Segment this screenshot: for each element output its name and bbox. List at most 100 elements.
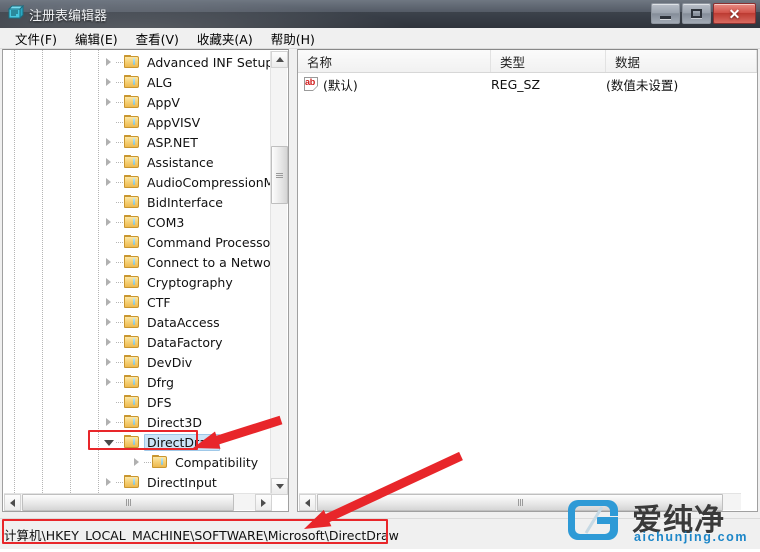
tree-node[interactable]: DirectInput — [3, 472, 272, 492]
column-data[interactable]: 数据 — [606, 50, 757, 72]
expand-triangle-icon[interactable] — [103, 376, 115, 388]
tree-node[interactable]: DataFactory — [3, 332, 272, 352]
tree-node[interactable]: CTF — [3, 292, 272, 312]
tree-connector-line — [116, 141, 124, 143]
tree-node-label: DataAccess — [147, 314, 220, 330]
tree-node[interactable]: DFS — [3, 392, 272, 412]
expand-triangle-icon[interactable] — [103, 416, 115, 428]
folder-icon — [124, 175, 140, 189]
column-name[interactable]: 名称 — [298, 50, 491, 72]
expand-triangle-icon[interactable] — [103, 336, 115, 348]
tree-node[interactable]: AudioCompressionManager — [3, 172, 272, 192]
folder-icon — [124, 95, 140, 109]
tree-connector-line — [116, 301, 124, 303]
registry-editor-window: 注册表编辑器 ✕ 文件(F)编辑(E)查看(V)收藏夹(A)帮助(H) — [0, 0, 760, 549]
window-controls: ✕ — [651, 3, 756, 24]
tree-node[interactable]: Cryptography — [3, 272, 272, 292]
tree-node[interactable]: ALG — [3, 72, 272, 92]
tree-node[interactable]: AppV — [3, 92, 272, 112]
tree-node[interactable]: Assistance — [3, 152, 272, 172]
folder-icon — [124, 155, 140, 169]
expand-triangle-icon[interactable] — [103, 76, 115, 88]
collapse-triangle-icon[interactable] — [103, 436, 115, 448]
folder-icon — [124, 435, 140, 449]
tree-vertical-scrollbar[interactable] — [270, 51, 288, 495]
title-bar[interactable]: 注册表编辑器 ✕ — [0, 0, 760, 28]
tree-node-label: DataFactory — [147, 334, 223, 350]
registry-tree-pane[interactable]: Advanced INF Setup ALG AppV AppVISV ASP.NET A… — [2, 49, 289, 512]
expand-triangle-icon[interactable] — [103, 96, 115, 108]
tree-scroll-down-button[interactable] — [271, 478, 288, 495]
tree-connector-line — [116, 401, 124, 403]
expand-triangle-icon[interactable] — [103, 476, 115, 488]
tree-node[interactable]: AppVISV — [3, 112, 272, 132]
tree-node-label: DirectInput — [147, 474, 217, 490]
folder-icon — [152, 455, 168, 469]
minimize-button[interactable] — [651, 3, 680, 24]
folder-icon — [124, 395, 140, 409]
tree-node[interactable]: Compatibility — [3, 452, 272, 472]
registry-value-list-pane[interactable]: 名称 类型 数据 ab (默认) REG_SZ (数值未设置) — [297, 49, 758, 512]
menu-favorites[interactable]: 收藏夹(A) — [188, 27, 262, 50]
tree-scroll-right-button[interactable] — [255, 494, 272, 511]
tree-connector-line — [116, 201, 124, 203]
tree-node[interactable]: DataAccess — [3, 312, 272, 332]
close-button[interactable]: ✕ — [713, 3, 756, 24]
tree-node-label: ASP.NET — [147, 134, 198, 150]
expand-triangle-icon[interactable] — [103, 176, 115, 188]
tree-connector-line — [116, 181, 124, 183]
triangle-down-icon — [275, 484, 284, 489]
string-value-icon: ab — [304, 77, 319, 91]
tree-vertical-scroll-thumb[interactable] — [271, 146, 288, 204]
expand-triangle-icon[interactable] — [103, 56, 115, 68]
triangle-right-icon — [261, 498, 266, 507]
tree-node[interactable]: Dfrg — [3, 372, 272, 392]
tree-node-label: Advanced INF Setup — [147, 54, 272, 70]
tree-connector-line — [116, 361, 124, 363]
tree-connector-line — [116, 261, 124, 263]
tree-node-label: AppV — [147, 94, 180, 110]
expand-triangle-icon[interactable] — [103, 156, 115, 168]
folder-icon — [124, 295, 140, 309]
expand-triangle-icon[interactable] — [103, 256, 115, 268]
maximize-button[interactable] — [682, 3, 711, 24]
tree-node-selected[interactable]: DirectDraw — [3, 432, 272, 452]
tree-node[interactable]: Advanced INF Setup — [3, 52, 272, 72]
menu-edit[interactable]: 编辑(E) — [66, 27, 127, 50]
expand-triangle-icon[interactable] — [131, 456, 143, 468]
tree-horizontal-scrollbar[interactable] — [4, 493, 272, 511]
tree-node[interactable]: DevDiv — [3, 352, 272, 372]
watermark-url: aichunjing.com — [634, 530, 749, 544]
client-area: Advanced INF Setup ALG AppV AppVISV ASP.NET A… — [0, 49, 760, 518]
tree-node[interactable]: BidInterface — [3, 192, 272, 212]
registry-tree[interactable]: Advanced INF Setup ALG AppV AppVISV ASP.NET A… — [3, 50, 272, 495]
menu-file[interactable]: 文件(F) — [6, 27, 66, 50]
expand-triangle-icon[interactable] — [103, 216, 115, 228]
menu-view[interactable]: 查看(V) — [127, 27, 188, 50]
column-type[interactable]: 类型 — [491, 50, 606, 72]
tree-connector-line — [144, 461, 152, 463]
tree-node[interactable]: COM3 — [3, 212, 272, 232]
menu-help[interactable]: 帮助(H) — [262, 27, 324, 50]
window-title: 注册表编辑器 — [29, 8, 108, 23]
tree-horizontal-scroll-thumb[interactable] — [22, 494, 234, 511]
list-scroll-left-button[interactable] — [299, 494, 316, 511]
expand-triangle-icon[interactable] — [103, 276, 115, 288]
tree-node[interactable]: Command Processor — [3, 232, 272, 252]
close-icon: ✕ — [728, 5, 741, 22]
grip-icon — [125, 499, 131, 506]
value-row[interactable]: ab (默认) REG_SZ (数值未设置) — [298, 73, 757, 95]
folder-icon — [124, 475, 140, 489]
tree-scroll-left-button[interactable] — [4, 494, 21, 511]
triangle-left-icon — [10, 498, 15, 507]
tree-node[interactable]: ASP.NET — [3, 132, 272, 152]
expand-triangle-icon[interactable] — [103, 296, 115, 308]
expand-triangle-icon[interactable] — [103, 316, 115, 328]
expand-triangle-icon[interactable] — [103, 136, 115, 148]
expand-triangle-icon[interactable] — [103, 356, 115, 368]
tree-connector-line — [116, 81, 124, 83]
tree-node[interactable]: Connect to a Network Projector — [3, 252, 272, 272]
tree-node[interactable]: Direct3D — [3, 412, 272, 432]
tree-scroll-up-button[interactable] — [271, 51, 288, 68]
tree-node-label: ALG — [147, 74, 173, 90]
